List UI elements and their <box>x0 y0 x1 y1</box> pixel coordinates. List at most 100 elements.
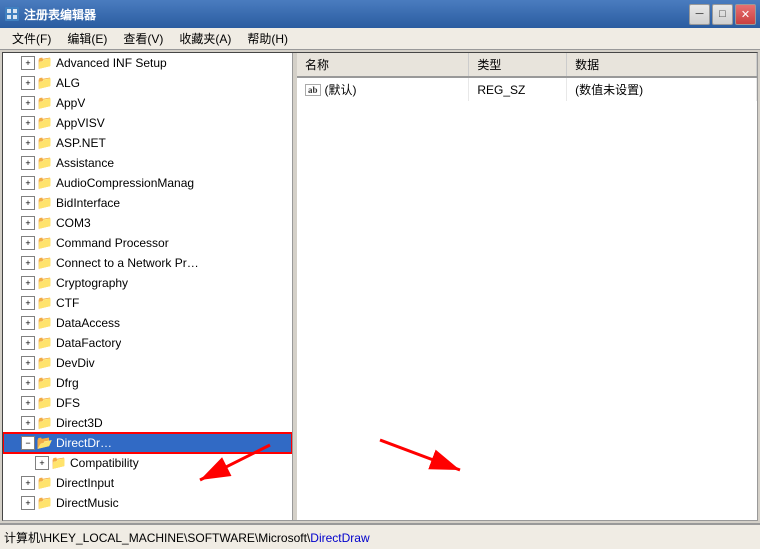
menu-view[interactable]: 查看(V) <box>115 28 171 49</box>
folder-icon-alg: 📁 <box>37 76 53 90</box>
tree-label-com3: COM3 <box>56 216 91 230</box>
folder-icon-cryptography: 📁 <box>37 276 53 290</box>
tree-label-asp-net: ASP.NET <box>56 136 106 150</box>
restore-button[interactable]: □ <box>712 4 733 25</box>
app-icon <box>4 6 20 22</box>
expand-btn-dfs[interactable]: + <box>21 396 35 410</box>
tree-label-direct3d: Direct3D <box>56 416 103 430</box>
tree-item-directdraw[interactable]: −📂DirectDr… <box>3 433 292 453</box>
col-name[interactable]: 名称 <box>297 53 469 77</box>
main-area: +📁Advanced INF Setup+📁ALG+📁AppV+📁AppVISV… <box>0 50 760 523</box>
expand-btn-data-factory[interactable]: + <box>21 336 35 350</box>
folder-icon-bid-interface: 📁 <box>37 196 53 210</box>
folder-icon-dfrg: 📁 <box>37 376 53 390</box>
expand-btn-directdraw[interactable]: − <box>21 436 35 450</box>
expand-btn-devdiv[interactable]: + <box>21 356 35 370</box>
cell-data: (数值未设置) <box>567 77 757 101</box>
status-path-prefix: 计算机\HKEY_LOCAL_MACHINE\SOFTWARE\Microsof… <box>4 531 310 545</box>
minimize-button[interactable]: ─ <box>689 4 710 25</box>
tree-item-cryptography[interactable]: +📁Cryptography <box>3 273 292 293</box>
tree-item-ctf[interactable]: +📁CTF <box>3 293 292 313</box>
folder-icon-compatibility: 📁 <box>51 456 67 470</box>
tree-item-dfs[interactable]: +📁DFS <box>3 393 292 413</box>
expand-btn-compatibility[interactable]: + <box>35 456 49 470</box>
expand-btn-appvisv[interactable]: + <box>21 116 35 130</box>
expand-btn-data-access[interactable]: + <box>21 316 35 330</box>
tree-label-alg: ALG <box>56 76 80 90</box>
col-data[interactable]: 数据 <box>567 53 757 77</box>
right-panel: 名称 类型 数据 ab (默认)REG_SZ(数值未设置) <box>297 53 757 520</box>
expand-btn-advanced-inf-setup[interactable]: + <box>21 56 35 70</box>
tree-label-connect-network: Connect to a Network Pr… <box>56 256 199 270</box>
menu-file[interactable]: 文件(F) <box>4 28 59 49</box>
tree-item-command-processor[interactable]: +📁Command Processor <box>3 233 292 253</box>
tree-item-appvisv[interactable]: +📁AppVISV <box>3 113 292 133</box>
tree-label-assistance: Assistance <box>56 156 114 170</box>
registry-table: 名称 类型 数据 ab (默认)REG_SZ(数值未设置) <box>297 53 757 101</box>
tree-item-compatibility[interactable]: +📁Compatibility <box>3 453 292 473</box>
expand-btn-cryptography[interactable]: + <box>21 276 35 290</box>
expand-btn-direct-input[interactable]: + <box>21 476 35 490</box>
window-title: 注册表编辑器 <box>24 6 689 23</box>
tree-label-ctf: CTF <box>56 296 79 310</box>
folder-icon-advanced-inf-setup: 📁 <box>37 56 53 70</box>
tree-panel[interactable]: +📁Advanced INF Setup+📁ALG+📁AppV+📁AppVISV… <box>3 53 293 520</box>
expand-btn-assistance[interactable]: + <box>21 156 35 170</box>
folder-icon-connect-network: 📁 <box>37 256 53 270</box>
folder-icon-appv: 📁 <box>37 96 53 110</box>
expand-btn-direct3d[interactable]: + <box>21 416 35 430</box>
folder-icon-devdiv: 📁 <box>37 356 53 370</box>
tree-item-alg[interactable]: +📁ALG <box>3 73 292 93</box>
tree-item-direct3d[interactable]: +📁Direct3D <box>3 413 292 433</box>
menu-favorites[interactable]: 收藏夹(A) <box>171 28 239 49</box>
tree-item-asp-net[interactable]: +📁ASP.NET <box>3 133 292 153</box>
tree-label-command-processor: Command Processor <box>56 236 169 250</box>
status-path-highlight: DirectDraw <box>310 531 369 545</box>
expand-btn-connect-network[interactable]: + <box>21 256 35 270</box>
expand-btn-direct-music[interactable]: + <box>21 496 35 510</box>
expand-btn-audio-compression[interactable]: + <box>21 176 35 190</box>
expand-btn-dfrg[interactable]: + <box>21 376 35 390</box>
expand-btn-command-processor[interactable]: + <box>21 236 35 250</box>
tree-item-direct-music[interactable]: +📁DirectMusic <box>3 493 292 513</box>
tree-item-advanced-inf-setup[interactable]: +📁Advanced INF Setup <box>3 53 292 73</box>
tree-label-directdraw: DirectDr… <box>56 436 112 450</box>
tree-label-data-access: DataAccess <box>56 316 120 330</box>
folder-icon-directdraw: 📂 <box>37 436 53 450</box>
splitter[interactable] <box>293 53 297 520</box>
expand-btn-bid-interface[interactable]: + <box>21 196 35 210</box>
tree-label-direct-input: DirectInput <box>56 476 114 490</box>
folder-icon-direct3d: 📁 <box>37 416 53 430</box>
table-row[interactable]: ab (默认)REG_SZ(数值未设置) <box>297 77 757 101</box>
tree-item-connect-network[interactable]: +📁Connect to a Network Pr… <box>3 253 292 273</box>
tree-item-data-factory[interactable]: +📁DataFactory <box>3 333 292 353</box>
expand-btn-ctf[interactable]: + <box>21 296 35 310</box>
menu-help[interactable]: 帮助(H) <box>239 28 296 49</box>
folder-icon-ctf: 📁 <box>37 296 53 310</box>
tree-item-data-access[interactable]: +📁DataAccess <box>3 313 292 333</box>
tree-item-devdiv[interactable]: +📁DevDiv <box>3 353 292 373</box>
close-button[interactable]: ✕ <box>735 4 756 25</box>
tree-item-com3[interactable]: +📁COM3 <box>3 213 292 233</box>
menu-edit[interactable]: 编辑(E) <box>59 28 115 49</box>
status-bar: 计算机\HKEY_LOCAL_MACHINE\SOFTWARE\Microsof… <box>0 523 760 549</box>
cell-type: REG_SZ <box>469 77 567 101</box>
tree-item-audio-compression[interactable]: +📁AudioCompressionManag <box>3 173 292 193</box>
folder-icon-com3: 📁 <box>37 216 53 230</box>
expand-btn-appv[interactable]: + <box>21 96 35 110</box>
tree-item-assistance[interactable]: +📁Assistance <box>3 153 292 173</box>
tree-label-bid-interface: BidInterface <box>56 196 120 210</box>
expand-btn-com3[interactable]: + <box>21 216 35 230</box>
col-type[interactable]: 类型 <box>469 53 567 77</box>
expand-btn-asp-net[interactable]: + <box>21 136 35 150</box>
tree-item-bid-interface[interactable]: +📁BidInterface <box>3 193 292 213</box>
cell-name: ab (默认) <box>297 77 469 101</box>
tree-item-direct-input[interactable]: +📁DirectInput <box>3 473 292 493</box>
folder-icon-dfs: 📁 <box>37 396 53 410</box>
tree-item-appv[interactable]: +📁AppV <box>3 93 292 113</box>
tree-label-audio-compression: AudioCompressionManag <box>56 176 194 190</box>
expand-btn-alg[interactable]: + <box>21 76 35 90</box>
window-controls: ─ □ ✕ <box>689 4 756 25</box>
tree-item-dfrg[interactable]: +📁Dfrg <box>3 373 292 393</box>
folder-icon-direct-input: 📁 <box>37 476 53 490</box>
